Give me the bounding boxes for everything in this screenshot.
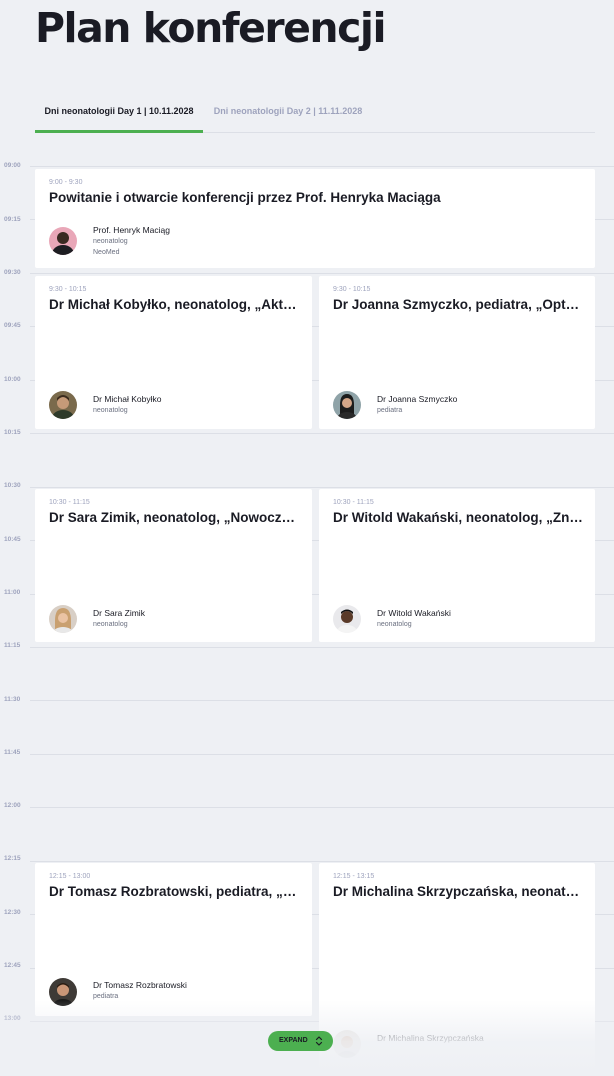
speaker-avatar xyxy=(49,978,77,1006)
speaker-name: Dr Tomasz Rozbratowski xyxy=(93,980,187,990)
session-card[interactable]: 10:30 - 11:15 Dr Witold Wakański, neonat… xyxy=(319,489,595,642)
session-title: Powitanie i otwarcie konferencji przez P… xyxy=(49,190,441,205)
session-time: 9:30 - 10:15 xyxy=(49,286,87,293)
hour-label: 11:45 xyxy=(4,749,21,756)
speaker-avatar xyxy=(333,1030,361,1058)
schedule-timeline[interactable]: 09:00 09:15 09:30 09:45 10:00 10:15 10:3… xyxy=(0,150,614,1076)
hour-line xyxy=(30,487,614,488)
hour-line xyxy=(30,273,614,274)
session-title: Dr Witold Wakański, neonatolog, „Znaczen… xyxy=(333,510,583,525)
hour-label: 12:45 xyxy=(4,962,21,969)
speaker-avatar xyxy=(49,605,77,633)
expand-label: EXPAND xyxy=(279,1037,308,1044)
hour-label: 11:15 xyxy=(4,642,21,649)
hour-label: 12:00 xyxy=(4,802,21,809)
session-time: 9:00 - 9:30 xyxy=(49,179,83,186)
session-time: 10:30 - 11:15 xyxy=(333,499,374,506)
hour-line xyxy=(30,166,614,167)
speaker-name: Dr Michał Kobyłko xyxy=(93,394,162,404)
hour-label: 10:15 xyxy=(4,429,21,436)
session-title: Dr Sara Zimik, neonatolog, „Nowoczesne m… xyxy=(49,510,300,525)
speaker-role: neonatolog xyxy=(93,407,128,414)
page-title: Plan konferencji xyxy=(35,4,387,52)
speaker-name: Dr Joanna Szmyczko xyxy=(377,394,458,404)
speaker-role: neonatolog xyxy=(93,621,128,628)
hour-label: 11:30 xyxy=(4,696,21,703)
hour-line xyxy=(30,647,614,648)
day-tabs: Dni neonatologii Day 1 | 10.11.2028 Dni … xyxy=(35,93,595,133)
session-title: Dr Tomasz Rozbratowski, pediatra, „Profi… xyxy=(49,884,300,899)
speaker-role: neonatolog xyxy=(93,238,128,245)
hour-label: 12:30 xyxy=(4,909,21,916)
hour-label: 09:00 xyxy=(4,162,21,169)
session-title: Dr Michalina Skrzypczańska, neonatolog xyxy=(333,884,583,899)
speaker-role: pediatra xyxy=(377,407,403,414)
hour-line xyxy=(30,700,614,701)
session-card[interactable]: 9:00 - 9:30 Powitanie i otwarcie konfere… xyxy=(35,169,595,268)
hour-label: 09:30 xyxy=(4,269,21,276)
speaker-org: NeoMed xyxy=(93,249,120,256)
expand-button[interactable]: EXPAND xyxy=(268,1031,333,1051)
session-card[interactable]: 9:30 - 10:15 Dr Joanna Szmyczko, pediatr… xyxy=(319,276,595,429)
chevron-up-down-icon xyxy=(315,1036,323,1046)
session-title: Dr Joanna Szmyczko, pediatra, „Optymaliz… xyxy=(333,297,583,312)
speaker-avatar xyxy=(333,605,361,633)
speaker-role: neonatolog xyxy=(377,621,412,628)
session-card[interactable]: 12:15 - 13:15 Dr Michalina Skrzypczańska… xyxy=(319,863,595,1076)
speaker-name: Dr Sara Zimik xyxy=(93,608,145,618)
session-card[interactable]: 12:15 - 13:00 Dr Tomasz Rozbratowski, pe… xyxy=(35,863,312,1016)
hour-label: 09:15 xyxy=(4,216,21,223)
hour-line xyxy=(30,433,614,434)
session-title: Dr Michał Kobyłko, neonatolog, „Aktualne… xyxy=(49,297,300,312)
speaker-name: Prof. Henryk Maciąg xyxy=(93,225,170,235)
session-card[interactable]: 9:30 - 10:15 Dr Michał Kobyłko, neonatol… xyxy=(35,276,312,429)
hour-label: 10:30 xyxy=(4,482,21,489)
hour-label: 10:45 xyxy=(4,536,21,543)
session-time: 12:15 - 13:00 xyxy=(49,873,91,880)
hour-label: 09:45 xyxy=(4,322,21,329)
session-time: 12:15 - 13:15 xyxy=(333,873,375,880)
session-time: 10:30 - 11:15 xyxy=(49,499,90,506)
session-card[interactable]: 10:30 - 11:15 Dr Sara Zimik, neonatolog,… xyxy=(35,489,312,642)
speaker-name: Dr Witold Wakański xyxy=(377,608,451,618)
hour-label: 10:00 xyxy=(4,376,21,383)
tab-day-1[interactable]: Dni neonatologii Day 1 | 10.11.2028 xyxy=(35,93,203,133)
speaker-avatar xyxy=(333,391,361,419)
hour-line xyxy=(30,807,614,808)
hour-label: 13:00 xyxy=(4,1015,21,1022)
tab-day-2[interactable]: Dni neonatologii Day 2 | 11.11.2028 xyxy=(203,93,373,133)
hour-label: 12:15 xyxy=(4,855,21,862)
hour-label: 11:00 xyxy=(4,589,21,596)
hour-line xyxy=(30,861,614,862)
speaker-role: pediatra xyxy=(93,993,119,1000)
speaker-avatar xyxy=(49,391,77,419)
speaker-name: Dr Michalina Skrzypczańska xyxy=(377,1033,484,1043)
session-time: 9:30 - 10:15 xyxy=(333,286,371,293)
speaker-avatar xyxy=(49,227,77,255)
hour-line xyxy=(30,754,614,755)
